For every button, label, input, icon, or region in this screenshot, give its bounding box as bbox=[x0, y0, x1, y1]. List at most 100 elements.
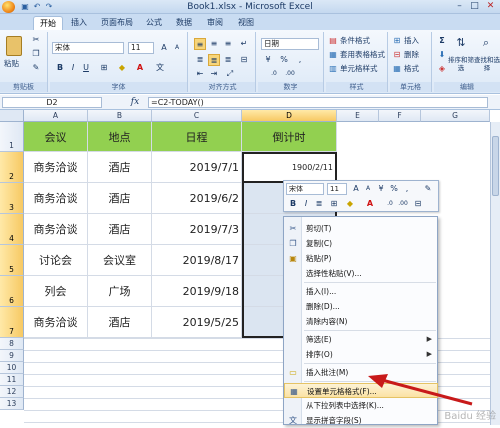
conditional-format-icon[interactable]: ▤ bbox=[327, 35, 339, 47]
mini-grow-font-icon[interactable]: A bbox=[350, 183, 362, 195]
align-left-icon[interactable]: ≣ bbox=[194, 54, 206, 66]
column-header-e[interactable]: E bbox=[337, 110, 379, 122]
delete-cells-icon[interactable]: ⊟ bbox=[391, 49, 403, 61]
decrease-decimal-icon[interactable]: .00 bbox=[284, 68, 296, 80]
table-cell[interactable]: 酒店 bbox=[88, 214, 152, 245]
font-name-select[interactable]: 宋体 bbox=[52, 42, 124, 54]
row-header-10[interactable]: 10 bbox=[0, 362, 24, 374]
active-cell-d2[interactable]: 1900/2/11 bbox=[242, 152, 337, 183]
header-cell-countdown[interactable]: 倒计时 bbox=[242, 122, 337, 152]
copy-icon[interactable]: ❐ bbox=[30, 48, 42, 60]
grow-font-icon[interactable]: A bbox=[158, 42, 170, 54]
increase-decimal-icon[interactable]: .0 bbox=[268, 68, 280, 80]
mini-bold-icon[interactable]: B bbox=[287, 198, 299, 210]
column-header-g[interactable]: G bbox=[421, 110, 490, 122]
row-header-2[interactable]: 2 bbox=[0, 152, 24, 183]
mini-border-icon[interactable]: ⊞ bbox=[328, 198, 340, 210]
table-cell[interactable]: 商务洽谈 bbox=[24, 214, 88, 245]
mini-center-icon[interactable]: ≣ bbox=[313, 198, 325, 210]
row-header-1[interactable]: 1 bbox=[0, 122, 24, 152]
table-cell[interactable]: 2019/7/1 bbox=[152, 152, 242, 183]
row-header-12[interactable]: 12 bbox=[0, 386, 24, 398]
mini-currency-icon[interactable]: ¥ bbox=[375, 183, 387, 195]
insert-cells-icon[interactable]: ⊞ bbox=[391, 35, 403, 47]
column-header-a[interactable]: A bbox=[24, 110, 88, 122]
mini-shrink-font-icon[interactable]: A bbox=[362, 183, 374, 195]
menu-item-paste-special[interactable]: 选择性粘贴(V)... bbox=[284, 266, 438, 281]
comma-icon[interactable]: , bbox=[294, 54, 306, 66]
menu-item-cut[interactable]: ✂ 剪切(T) bbox=[284, 221, 438, 236]
tab-data[interactable]: 数据 bbox=[172, 16, 196, 30]
shrink-font-icon[interactable]: A bbox=[171, 42, 183, 54]
formula-input[interactable]: =C2-TODAY() bbox=[148, 97, 488, 108]
increase-indent-icon[interactable]: ⇥ bbox=[208, 68, 220, 80]
table-cell[interactable]: 2019/8/17 bbox=[152, 245, 242, 276]
row-header-6[interactable]: 6 bbox=[0, 276, 24, 307]
table-cell[interactable]: 酒店 bbox=[88, 152, 152, 183]
menu-item-filter[interactable]: 筛选(E) ▶ bbox=[284, 332, 438, 347]
font-color-icon[interactable]: A bbox=[134, 62, 146, 74]
header-cell-schedule[interactable]: 日程 bbox=[152, 122, 242, 152]
column-header-f[interactable]: F bbox=[379, 110, 421, 122]
percent-icon[interactable]: % bbox=[278, 54, 290, 66]
maximize-icon[interactable]: □ bbox=[468, 1, 481, 12]
mini-comma-icon[interactable]: , bbox=[401, 183, 413, 195]
name-box[interactable]: D2 bbox=[2, 97, 102, 108]
menu-item-sort[interactable]: 排序(O) ▶ bbox=[284, 347, 438, 362]
decrease-indent-icon[interactable]: ⇤ bbox=[194, 68, 206, 80]
mini-format-painter-icon[interactable]: ✎ bbox=[422, 183, 434, 195]
bold-icon[interactable]: B bbox=[54, 62, 66, 74]
table-cell[interactable]: 酒店 bbox=[88, 307, 152, 338]
minimize-icon[interactable]: – bbox=[453, 1, 466, 12]
align-bottom-icon[interactable]: ≡ bbox=[222, 38, 234, 50]
menu-item-insert[interactable]: 插入(I)... bbox=[284, 284, 438, 299]
merge-icon[interactable]: ⊟ bbox=[238, 54, 250, 66]
table-cell[interactable]: 商务洽谈 bbox=[24, 152, 88, 183]
row-header-8[interactable]: 8 bbox=[0, 338, 24, 350]
insert-cells-button[interactable]: 插入 bbox=[404, 35, 419, 46]
select-all-corner[interactable] bbox=[0, 110, 24, 122]
fill-icon[interactable]: ⬇ bbox=[436, 49, 448, 61]
underline-icon[interactable]: U bbox=[80, 62, 92, 74]
border-icon[interactable]: ⊞ bbox=[98, 62, 110, 74]
table-cell[interactable]: 会议室 bbox=[88, 245, 152, 276]
mini-percent-icon[interactable]: % bbox=[388, 183, 400, 195]
table-cell[interactable]: 商务洽谈 bbox=[24, 307, 88, 338]
menu-item-show-phonetic[interactable]: 文显示拼音字段(S) bbox=[284, 413, 438, 428]
table-cell[interactable]: 2019/6/2 bbox=[152, 183, 242, 214]
menu-item-paste[interactable]: ▣ 粘贴(P) bbox=[284, 251, 438, 266]
mini-merge-icon[interactable]: ⊟ bbox=[412, 198, 424, 210]
tab-insert[interactable]: 插入 bbox=[67, 16, 91, 30]
tab-formulas[interactable]: 公式 bbox=[142, 16, 166, 30]
align-middle-icon[interactable]: ≡ bbox=[208, 38, 220, 50]
fill-color-icon[interactable]: ◆ bbox=[116, 62, 128, 74]
format-painter-icon[interactable]: ✎ bbox=[30, 62, 42, 74]
table-cell[interactable]: 酒店 bbox=[88, 183, 152, 214]
header-cell-location[interactable]: 地点 bbox=[88, 122, 152, 152]
menu-item-delete[interactable]: 删除(D)... bbox=[284, 299, 438, 314]
cell-styles-button[interactable]: 单元格样式 bbox=[340, 63, 378, 74]
conditional-format-button[interactable]: 条件格式 bbox=[340, 35, 370, 46]
wrap-text-icon[interactable]: ↵ bbox=[238, 38, 250, 50]
table-format-button[interactable]: 套用表格格式 bbox=[340, 49, 385, 60]
phonetic-icon[interactable]: 文 bbox=[154, 62, 166, 74]
menu-item-clear-contents[interactable]: 清除内容(N) bbox=[284, 314, 438, 329]
currency-icon[interactable]: ¥ bbox=[262, 54, 274, 66]
mini-fill-color-icon[interactable]: ◆ bbox=[344, 198, 356, 210]
number-format-select[interactable]: 日期 bbox=[261, 38, 319, 50]
find-select-button[interactable]: 查找和选择 bbox=[474, 56, 500, 72]
align-center-icon[interactable]: ≣ bbox=[208, 54, 220, 66]
format-cells-button[interactable]: 格式 bbox=[404, 63, 419, 74]
find-select-icon[interactable]: ⌕ bbox=[478, 37, 494, 53]
tab-home[interactable]: 开始 bbox=[33, 16, 63, 30]
sort-filter-icon[interactable]: ⇅ bbox=[453, 37, 469, 53]
clear-icon[interactable]: ◈ bbox=[436, 63, 448, 75]
sort-filter-button[interactable]: 排序和筛选 bbox=[448, 56, 474, 72]
mini-font-select[interactable]: 宋体 bbox=[286, 183, 324, 195]
paste-icon[interactable] bbox=[6, 36, 22, 56]
table-cell[interactable]: 列会 bbox=[24, 276, 88, 307]
tab-review[interactable]: 审阅 bbox=[203, 16, 227, 30]
cell-styles-icon[interactable]: ▥ bbox=[327, 63, 339, 75]
table-cell[interactable]: 2019/5/25 bbox=[152, 307, 242, 338]
mini-decrease-decimal-icon[interactable]: .00 bbox=[397, 198, 409, 210]
